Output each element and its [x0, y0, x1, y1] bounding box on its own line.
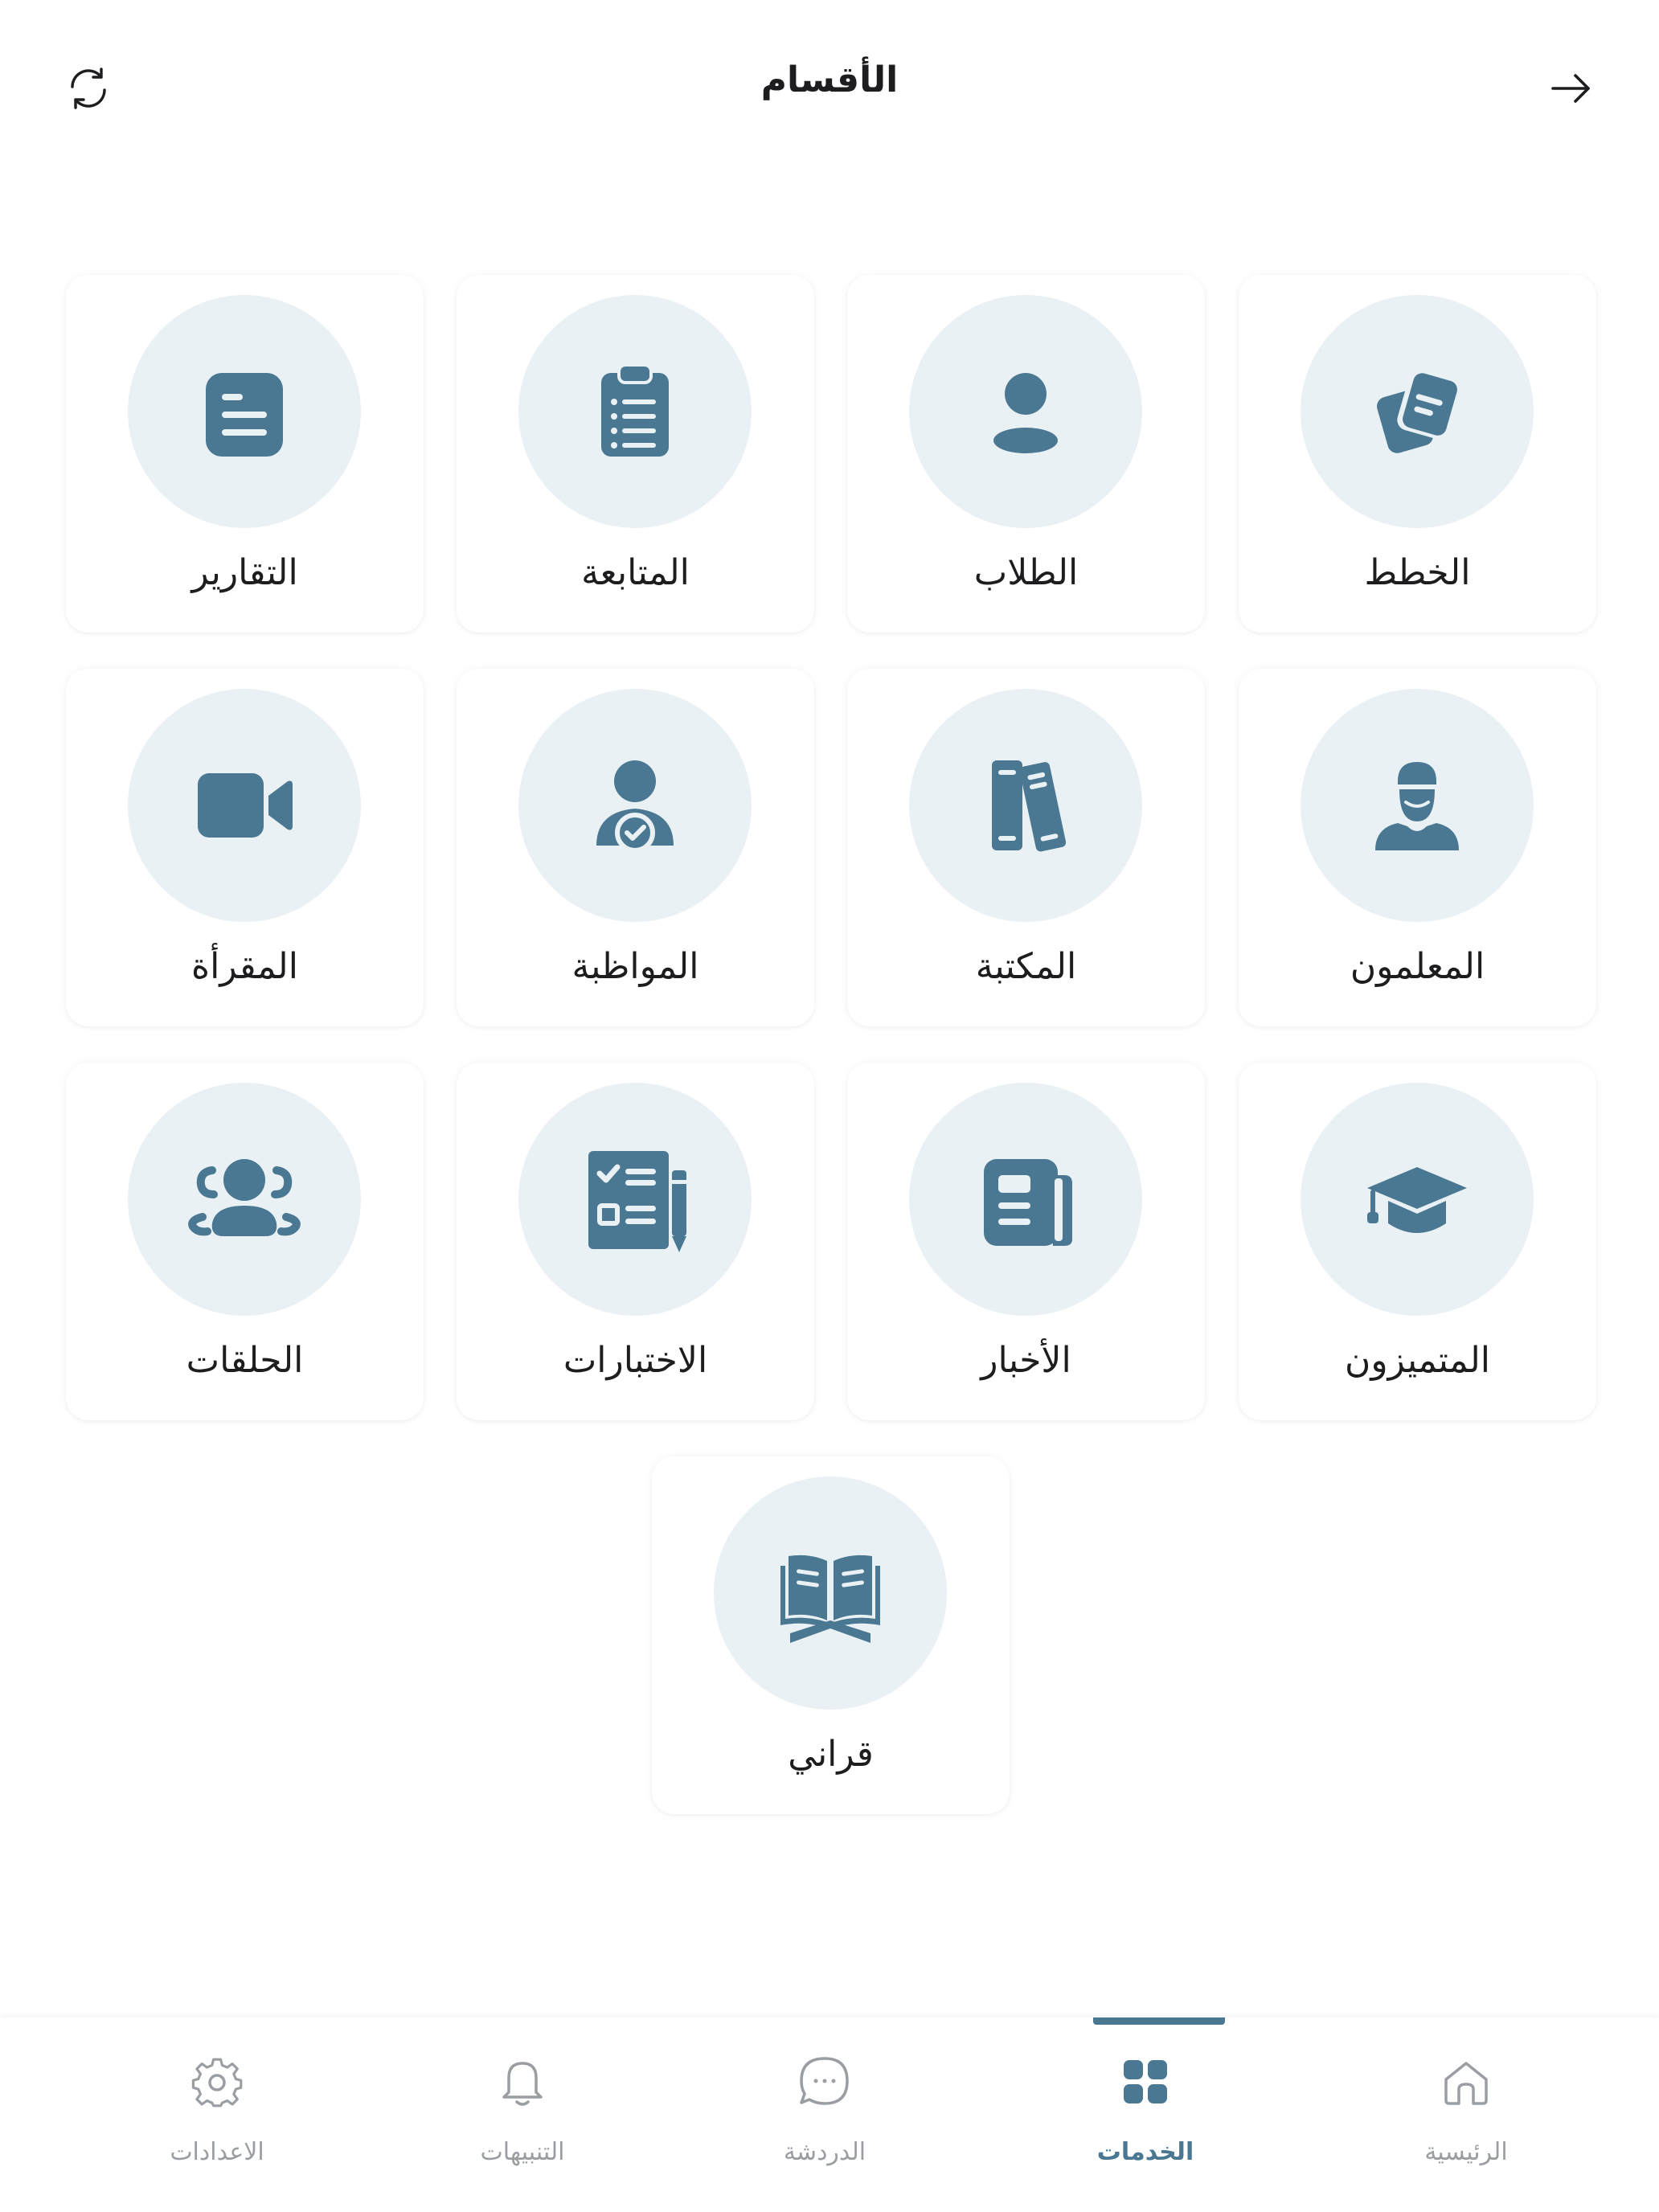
- icon-circle: [518, 295, 752, 528]
- section-card-circles[interactable]: الحلقات: [66, 1063, 424, 1420]
- section-card-exams[interactable]: الاختبارات: [457, 1063, 814, 1420]
- icon-circle: [909, 1083, 1142, 1316]
- section-label: الاختبارات: [563, 1340, 708, 1381]
- reports-icon: [206, 373, 283, 457]
- icon-circle: [128, 295, 361, 528]
- icon-circle: [909, 295, 1142, 528]
- nav-item-home[interactable]: الرئيسية: [1313, 2017, 1619, 2212]
- section-label: الطلاب: [973, 552, 1079, 593]
- section-label: الحلقات: [186, 1340, 304, 1381]
- section-label: التقارير: [191, 552, 298, 593]
- icon-circle: [909, 689, 1142, 922]
- active-tab-indicator: [1093, 2017, 1225, 2025]
- nav-item-chat[interactable]: الدردشة: [672, 2017, 977, 2212]
- bottom-navigation: الرئيسية الخدمات الدردشة التنبيهات الاعد…: [0, 2017, 1659, 2212]
- section-card-attendance[interactable]: المواظبة: [457, 669, 814, 1026]
- icon-circle: [128, 1083, 361, 1316]
- section-label: الخطط: [1364, 552, 1471, 593]
- section-label: المعلمون: [1350, 946, 1485, 987]
- nav-label: الدردشة: [783, 2138, 866, 2166]
- attendance-icon: [596, 760, 674, 853]
- nav-item-notifications[interactable]: التنبيهات: [370, 2017, 675, 2212]
- icon-circle: [128, 689, 361, 922]
- section-card-library[interactable]: المكتبة: [847, 669, 1205, 1026]
- section-card-distinguished[interactable]: المتميزون: [1239, 1063, 1596, 1420]
- clipboard-icon: [601, 363, 669, 457]
- nav-item-services[interactable]: الخدمات: [993, 2017, 1298, 2212]
- quran-icon: [780, 1555, 880, 1643]
- books-icon: [992, 760, 1067, 852]
- chat-icon: [800, 2057, 849, 2105]
- section-card-news[interactable]: الأخبار: [847, 1063, 1205, 1420]
- section-label: المقرأة: [191, 946, 298, 987]
- icon-circle: [1301, 689, 1534, 922]
- section-label: المتميزون: [1345, 1340, 1490, 1381]
- group-icon: [188, 1159, 301, 1236]
- nav-item-settings[interactable]: الاعدادات: [64, 2017, 370, 2212]
- video-icon: [198, 773, 293, 838]
- icon-circle: [1301, 1083, 1534, 1316]
- plans-icon: [1377, 367, 1461, 453]
- section-label: الأخبار: [981, 1340, 1071, 1381]
- section-label: المتابعة: [581, 552, 690, 593]
- section-card-my-quran[interactable]: قراني: [652, 1456, 1010, 1814]
- nav-label: الخدمات: [1096, 2138, 1194, 2166]
- page-title: الأقسام: [760, 59, 899, 100]
- grid-icon: [1124, 2060, 1167, 2103]
- icon-circle: [518, 1083, 752, 1316]
- graduation-cap-icon: [1367, 1167, 1467, 1233]
- newspaper-icon: [984, 1159, 1072, 1246]
- section-card-students[interactable]: الطلاب: [847, 275, 1205, 633]
- icon-circle: [518, 689, 752, 922]
- nav-label: الاعدادات: [170, 2138, 264, 2166]
- teacher-icon: [1375, 762, 1459, 850]
- section-card-followup[interactable]: المتابعة: [457, 275, 814, 633]
- exam-icon: [588, 1151, 686, 1252]
- bell-icon: [502, 2062, 543, 2106]
- section-card-reports[interactable]: التقارير: [66, 275, 424, 633]
- arrow-right-icon: [1551, 74, 1590, 103]
- students-icon: [993, 373, 1058, 453]
- settings-icon: [191, 2058, 243, 2108]
- section-label: المواظبة: [571, 946, 699, 987]
- section-card-plans[interactable]: الخطط: [1239, 275, 1596, 633]
- nav-label: التنبيهات: [480, 2138, 565, 2166]
- icon-circle: [714, 1477, 947, 1710]
- section-label: المكتبة: [975, 946, 1077, 987]
- home-icon: [1444, 2062, 1488, 2105]
- back-button[interactable]: [1538, 56, 1603, 121]
- section-label: قراني: [788, 1734, 874, 1775]
- section-card-teachers[interactable]: المعلمون: [1239, 669, 1596, 1026]
- top-bar: الأقسام: [0, 0, 1659, 177]
- section-card-maqraa[interactable]: المقرأة: [66, 669, 424, 1026]
- nav-label: الرئيسية: [1424, 2138, 1508, 2166]
- icon-circle: [1301, 295, 1534, 528]
